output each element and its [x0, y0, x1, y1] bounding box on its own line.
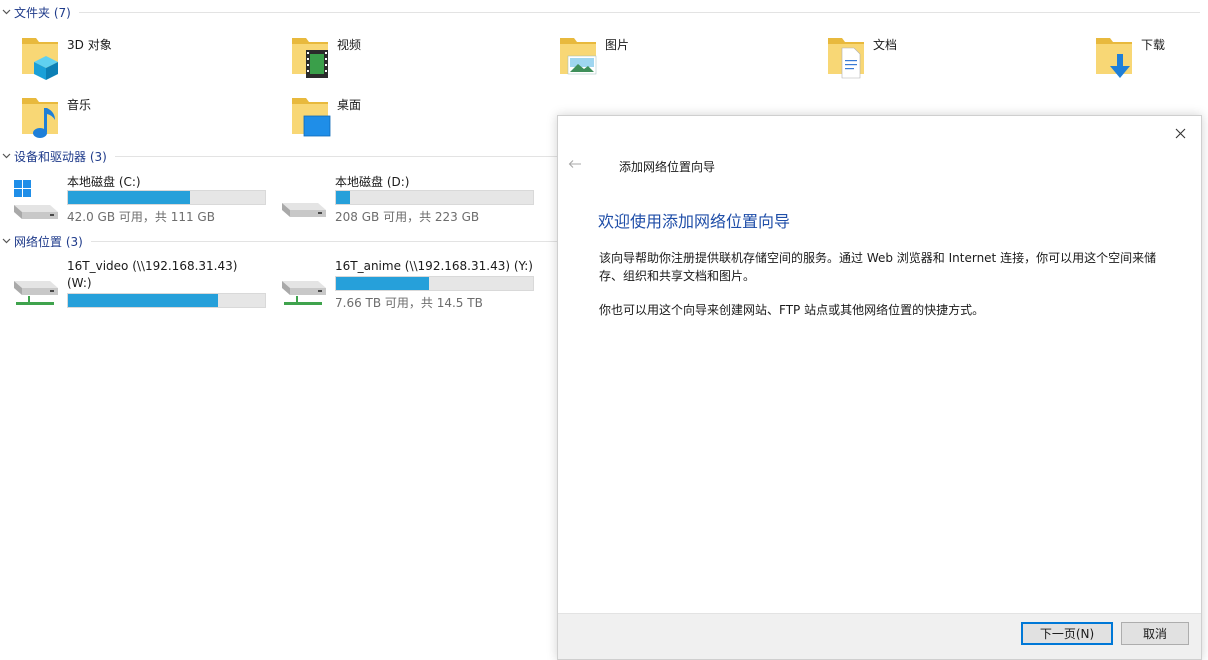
cancel-button[interactable]: 取消 — [1121, 622, 1189, 645]
file-explorer: 文件夹 (7) 3D 对象 视频 图片 文档 下载 音乐 桌面 设备和驱动器 (… — [0, 0, 1208, 660]
chevron-down-icon[interactable] — [0, 6, 12, 18]
drive-usage-bar — [335, 276, 534, 291]
network-drive-y[interactable]: 16T_anime (\\192.168.31.43) (Y:) 7.66 TB… — [268, 259, 536, 315]
music-icon — [22, 98, 58, 138]
drive-space-info: 42.0 GB 可用，共 111 GB — [67, 210, 215, 224]
folder-pictures[interactable]: 图片 — [538, 28, 798, 84]
wizard-heading: 欢迎使用添加网络位置向导 — [598, 212, 791, 231]
hard-drive-icon — [282, 203, 326, 217]
folder-music[interactable]: 音乐 — [0, 88, 260, 144]
drive-space-info: 208 GB 可用，共 223 GB — [335, 210, 480, 224]
folder-label: 下载 — [1141, 38, 1166, 52]
chevron-down-icon[interactable] — [0, 150, 12, 162]
network-drive-icon — [14, 281, 58, 305]
drive-name: 本地磁盘 (C:) — [67, 175, 141, 189]
video-icon — [292, 38, 328, 78]
windows-drive-icon — [14, 180, 58, 219]
close-button[interactable] — [1165, 120, 1195, 146]
wizard-title: 添加网络位置向导 — [619, 160, 716, 174]
divider — [78, 11, 1200, 13]
next-button[interactable]: 下一页(N) — [1021, 622, 1113, 645]
chevron-down-icon[interactable] — [0, 235, 12, 247]
drive-name: 16T_anime (\\192.168.31.43) (Y:) — [335, 259, 533, 273]
folder-documents[interactable]: 文档 — [806, 28, 1066, 84]
drive-name: 本地磁盘 (D:) — [335, 175, 410, 189]
back-arrow-icon — [568, 160, 581, 168]
folder-label: 桌面 — [337, 98, 362, 112]
wizard-footer: 下一页(N) 取消 — [558, 613, 1201, 659]
network-drive-w[interactable]: 16T_video (\\192.168.31.43) (W:) — [0, 259, 268, 311]
folder-downloads[interactable]: 下载 — [1074, 28, 1208, 84]
network-drive-icon — [282, 281, 326, 305]
section-folders[interactable]: 文件夹 (7) — [0, 3, 1208, 21]
pictures-icon — [560, 38, 597, 75]
folder-label: 文档 — [873, 38, 898, 52]
wizard-description-2: 你也可以用这个向导来创建网站、FTP 站点或其他网络位置的快捷方式。 — [599, 303, 985, 317]
folder-label: 图片 — [605, 38, 630, 52]
folder-label: 3D 对象 — [67, 38, 112, 52]
drive-space-info: 7.66 TB 可用，共 14.5 TB — [335, 296, 483, 310]
folder-label: 视频 — [337, 38, 362, 52]
folder-label: 音乐 — [67, 98, 92, 112]
add-network-location-wizard: 添加网络位置向导 欢迎使用添加网络位置向导 该向导帮助你注册提供联机存储空间的服… — [557, 115, 1202, 660]
drive-c[interactable]: 本地磁盘 (C:) 42.0 GB 可用，共 111 GB — [0, 173, 268, 229]
drive-letter: (W:) — [67, 276, 92, 290]
folder-3d-objects[interactable]: 3D 对象 — [0, 28, 260, 84]
documents-icon — [828, 38, 864, 79]
wizard-description: 该向导帮助你注册提供联机存储空间的服务。通过 Web 浏览器和 Internet… — [599, 251, 1157, 283]
drive-d[interactable]: 本地磁盘 (D:) 208 GB 可用，共 223 GB — [268, 173, 536, 229]
section-title: 设备和驱动器 (3) — [14, 149, 107, 164]
section-title: 文件夹 (7) — [14, 5, 71, 20]
drive-usage-bar — [67, 190, 266, 205]
3d-objects-icon — [22, 38, 58, 80]
drive-usage-bar — [335, 190, 534, 205]
desktop-icon — [292, 98, 331, 137]
back-button[interactable] — [563, 154, 587, 174]
drive-usage-bar — [67, 293, 266, 308]
folder-desktop[interactable]: 桌面 — [270, 88, 530, 144]
downloads-icon — [1096, 38, 1132, 78]
close-icon — [1175, 128, 1185, 138]
folder-video[interactable]: 视频 — [270, 28, 530, 84]
drive-name: 16T_video (\\192.168.31.43) — [67, 259, 238, 273]
section-title: 网络位置 (3) — [14, 234, 83, 249]
